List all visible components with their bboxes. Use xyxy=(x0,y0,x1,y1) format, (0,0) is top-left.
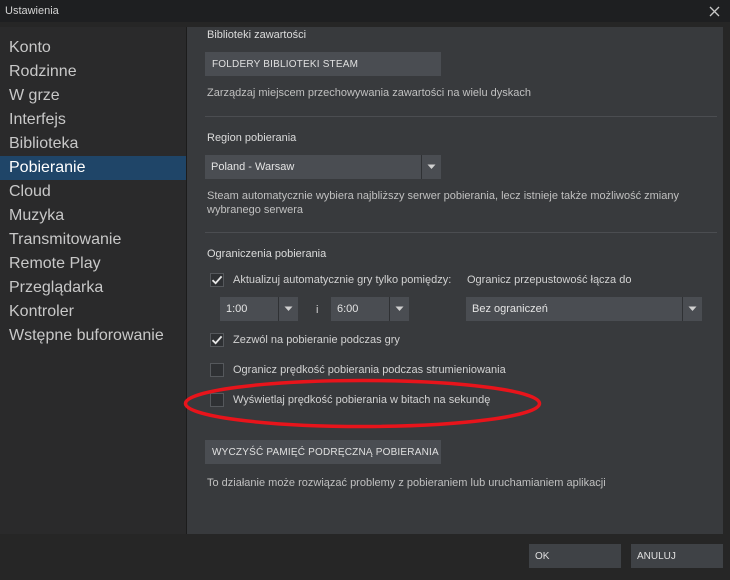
sidebar-item-remote-play[interactable]: Remote Play xyxy=(0,252,186,276)
bandwidth-limit-select[interactable]: Bez ograniczeń xyxy=(466,297,702,321)
throttle-streaming-checkbox[interactable] xyxy=(210,363,224,377)
section-divider xyxy=(205,232,717,233)
update-end-time-select[interactable]: 6:00 xyxy=(331,297,409,321)
chevron-down-icon xyxy=(389,297,409,321)
library-section-title: Biblioteki zawartości xyxy=(207,29,307,41)
region-description-line-1: Steam automatycznie wybiera najbliższy s… xyxy=(207,190,679,202)
download-region-select[interactable]: Poland - Warsaw xyxy=(205,155,441,179)
throttle-streaming-option[interactable]: Ogranicz prędkość pobierania podczas str… xyxy=(210,363,506,377)
allow-ingame-download-option[interactable]: Zezwól na pobieranie podczas gry xyxy=(210,333,400,347)
bandwidth-limit-value: Bez ograniczeń xyxy=(472,303,548,315)
section-divider xyxy=(205,116,717,117)
close-button[interactable] xyxy=(704,1,724,21)
sidebar-item-przegladarka[interactable]: Przeglądarka xyxy=(0,276,186,300)
checkmark-icon xyxy=(211,275,223,285)
cache-description: To działanie może rozwiązać problemy z p… xyxy=(207,477,606,489)
sidebar-item-interfejs[interactable]: Interfejs xyxy=(0,108,186,132)
sidebar-item-wstepne-buforowanie[interactable]: Wstępne buforowanie xyxy=(0,324,186,348)
chevron-down-icon xyxy=(421,155,441,179)
settings-sidebar: Konto Rodzinne W grze Interfejs Bibliote… xyxy=(0,27,187,534)
time-range-separator: i xyxy=(316,304,319,316)
update-start-time-value: 1:00 xyxy=(226,303,248,315)
sidebar-item-transmitowanie[interactable]: Transmitowanie xyxy=(0,228,186,252)
chevron-down-icon xyxy=(682,297,702,321)
close-icon xyxy=(709,6,719,16)
window-title: Ustawienia xyxy=(5,5,59,17)
downloads-settings-panel: Biblioteki zawartości FOLDERY BIBLIOTEKI… xyxy=(187,27,723,534)
title-bar: Ustawienia xyxy=(0,0,730,22)
checkmark-icon xyxy=(211,335,223,345)
region-description: Steam automatycznie wybiera najbliższy s… xyxy=(207,189,679,217)
steam-library-folders-button[interactable]: FOLDERY BIBLIOTEKI STEAM xyxy=(205,52,441,76)
bandwidth-limit-label: Ogranicz przepustowość łącza do xyxy=(467,274,632,286)
throttle-streaming-label: Ogranicz prędkość pobierania podczas str… xyxy=(233,364,506,376)
region-description-line-2: wybranego serwera xyxy=(207,204,303,216)
library-description: Zarządzaj miejscem przechowywania zawart… xyxy=(207,87,532,99)
display-bits-checkbox[interactable] xyxy=(210,393,224,407)
display-bits-label: Wyświetlaj prędkość pobierania w bitach … xyxy=(233,394,491,406)
sidebar-item-pobieranie[interactable]: Pobieranie xyxy=(0,156,186,180)
sidebar-item-w-grze[interactable]: W grze xyxy=(0,84,186,108)
cancel-button[interactable]: ANULUJ xyxy=(631,544,723,568)
sidebar-item-biblioteka[interactable]: Biblioteka xyxy=(0,132,186,156)
sidebar-item-muzyka[interactable]: Muzyka xyxy=(0,204,186,228)
update-end-time-value: 6:00 xyxy=(337,303,359,315)
allow-ingame-download-checkbox[interactable] xyxy=(210,333,224,347)
allow-ingame-download-label: Zezwól na pobieranie podczas gry xyxy=(233,334,400,346)
download-region-value: Poland - Warsaw xyxy=(211,161,295,173)
update-start-time-select[interactable]: 1:00 xyxy=(220,297,298,321)
display-bits-option[interactable]: Wyświetlaj prędkość pobierania w bitach … xyxy=(210,393,490,407)
chevron-down-icon xyxy=(278,297,298,321)
region-section-title: Region pobierania xyxy=(207,132,297,144)
sidebar-item-konto[interactable]: Konto xyxy=(0,36,186,60)
auto-update-checkbox[interactable] xyxy=(210,273,224,287)
auto-update-window-option[interactable]: Aktualizuj automatycznie gry tylko pomię… xyxy=(210,273,451,287)
limits-section-title: Ograniczenia pobierania xyxy=(207,248,327,260)
sidebar-item-rodzinne[interactable]: Rodzinne xyxy=(0,60,186,84)
clear-download-cache-button[interactable]: WYCZYŚĆ PAMIĘĆ PODRĘCZNĄ POBIERANIA xyxy=(205,440,441,464)
ok-button[interactable]: OK xyxy=(529,544,621,568)
sidebar-item-cloud[interactable]: Cloud xyxy=(0,180,186,204)
sidebar-item-kontroler[interactable]: Kontroler xyxy=(0,300,186,324)
auto-update-label: Aktualizuj automatycznie gry tylko pomię… xyxy=(233,274,452,286)
